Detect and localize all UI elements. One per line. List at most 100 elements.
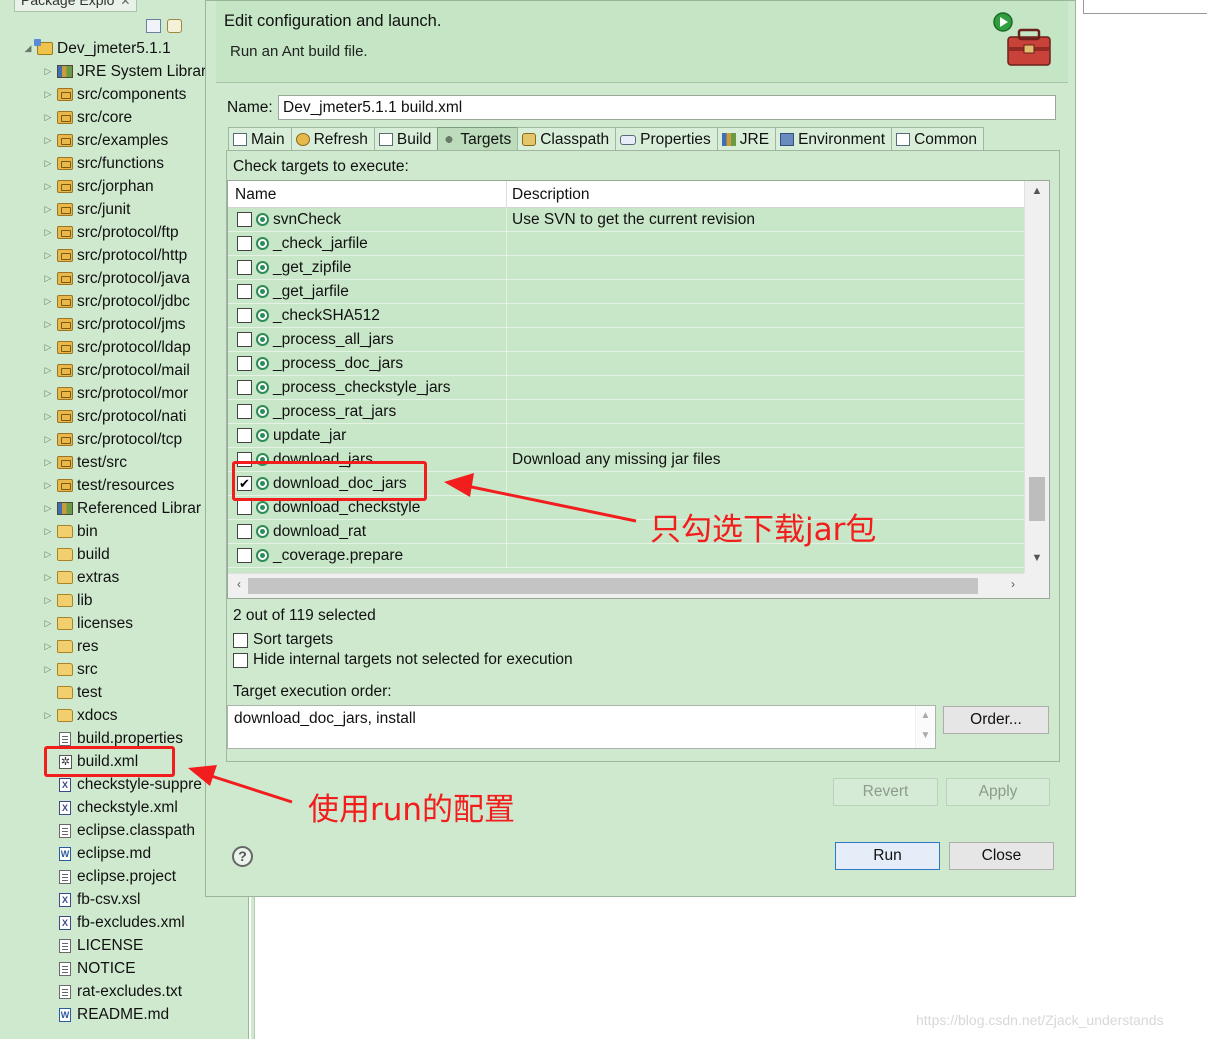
tree-item[interactable]: ▷ src/protocol/jdbc [42,290,190,313]
target-checkbox[interactable] [237,212,252,227]
scroll-left-icon[interactable]: ‹ [230,577,248,591]
target-row[interactable]: _process_rat_jars [228,400,1024,424]
tab-classpath[interactable]: Classpath [517,127,616,151]
tree-item[interactable]: ▷ src/protocol/mail [42,359,190,382]
scroll-down-icon[interactable]: ▼ [1025,552,1049,570]
tree-item[interactable]: ▷ src/jorphan [42,175,154,198]
target-checkbox[interactable] [237,500,252,515]
tree-item[interactable]: ▷ build [42,543,110,566]
target-checkbox[interactable] [237,308,252,323]
target-row[interactable]: _process_doc_jars [228,352,1024,376]
tab-build[interactable]: Build [373,127,438,151]
tree-item[interactable]: ◢ Dev_jmeter5.1.1 [22,37,171,60]
target-row[interactable]: update_jar [228,424,1024,448]
tree-item[interactable]: ▷ src/functions [42,152,164,175]
tab-properties[interactable]: Properties [615,127,717,151]
link-with-editor-icon[interactable] [167,19,182,33]
expand-toggle-icon[interactable]: ▷ [42,434,54,445]
order-button[interactable]: Order... [943,706,1049,734]
package-explorer-tab[interactable]: Package Explo ✕ [14,0,138,12]
target-checkbox[interactable] [237,380,252,395]
target-checkbox[interactable] [237,236,252,251]
column-divider[interactable] [506,181,507,208]
expand-toggle-icon[interactable]: ◢ [22,43,34,54]
horizontal-scroll-thumb[interactable] [248,578,978,594]
tree-item[interactable]: eclipse.project [42,865,176,888]
target-checkbox[interactable] [237,332,252,347]
expand-toggle-icon[interactable]: ▷ [42,572,54,583]
tree-item[interactable]: LICENSE [42,934,143,957]
expand-toggle-icon[interactable]: ▷ [42,319,54,330]
hide-internal-checkbox[interactable] [233,652,248,668]
tree-item[interactable]: ▷ res [42,635,99,658]
help-icon[interactable]: ? [232,846,253,867]
tree-item[interactable]: eclipse.classpath [42,819,195,842]
target-checkbox[interactable] [237,524,252,539]
order-field-scrollbar[interactable]: ▲ ▼ [915,706,935,748]
tree-item[interactable]: NOTICE [42,957,136,980]
tree-item[interactable]: ▷ JRE System Librar [42,60,207,83]
tree-item[interactable]: ▷ Referenced Librar [42,497,202,520]
expand-toggle-icon[interactable]: ▷ [42,480,54,491]
target-row[interactable]: _process_all_jars [228,328,1024,352]
expand-toggle-icon[interactable]: ▷ [42,618,54,629]
tree-item[interactable]: ▷ src/examples [42,129,169,152]
tree-item[interactable]: Xfb-excludes.xml [42,911,185,934]
expand-toggle-icon[interactable]: ▷ [42,181,54,192]
target-checkbox[interactable] [237,284,252,299]
target-checkbox[interactable] [237,260,252,275]
expand-toggle-icon[interactable]: ▷ [42,457,54,468]
tree-item[interactable]: ▷ src/protocol/ftp [42,221,179,244]
sash[interactable] [251,897,255,1039]
sort-targets-checkbox[interactable] [233,632,248,648]
target-row[interactable]: _get_zipfile [228,256,1024,280]
expand-toggle-icon[interactable]: ▷ [42,158,54,169]
tree-item[interactable]: ▷ src/protocol/ldap [42,336,191,359]
configuration-name-field[interactable] [278,95,1056,120]
tree-item[interactable]: ▷ src/junit [42,198,131,221]
scroll-thumb[interactable] [1029,477,1045,521]
tree-item[interactable]: ▷ src/protocol/java [42,267,190,290]
expand-toggle-icon[interactable]: ▷ [42,710,54,721]
revert-button[interactable]: Revert [833,778,938,806]
expand-toggle-icon[interactable]: ▷ [42,549,54,560]
tree-item[interactable]: ▷ xdocs [42,704,118,727]
column-header-description[interactable]: Description [512,186,590,204]
expand-toggle-icon[interactable]: ▷ [42,204,54,215]
horizontal-scrollbar[interactable]: ‹ › [228,573,1024,598]
tree-item[interactable]: ▷ src/protocol/http [42,244,188,267]
expand-toggle-icon[interactable]: ▷ [42,112,54,123]
tree-item[interactable]: test [42,681,102,704]
scroll-up-icon[interactable]: ▲ [1025,185,1049,203]
execution-order-field[interactable]: download_doc_jars, install ▲ ▼ [227,705,936,749]
target-checkbox[interactable] [237,404,252,419]
tree-item[interactable]: ▷ lib [42,589,93,612]
target-row[interactable]: _check_jarfile [228,232,1024,256]
tree-item[interactable]: Weclipse.md [42,842,151,865]
scroll-right-icon[interactable]: › [1004,577,1022,591]
tab-targets[interactable]: Targets [437,127,518,151]
tree-item[interactable]: ▷ src/protocol/tcp [42,428,183,451]
tree-item[interactable]: ▷ src/protocol/mor [42,382,189,405]
column-header-name[interactable]: Name [235,186,276,204]
tree-item[interactable]: ▷ src/protocol/jms [42,313,186,336]
run-button[interactable]: Run [835,842,940,870]
expand-toggle-icon[interactable]: ▷ [42,641,54,652]
target-row[interactable]: download_rat [228,520,1024,544]
tree-item[interactable]: Xcheckstyle.xml [42,796,178,819]
expand-toggle-icon[interactable]: ▷ [42,89,54,100]
sort-targets-option[interactable]: Sort targets [233,631,333,649]
tab-common[interactable]: Common [891,127,984,151]
tree-item[interactable]: ▷ test/resources [42,474,175,497]
apply-button[interactable]: Apply [946,778,1050,806]
tree-item[interactable]: ▷ src/protocol/nati [42,405,187,428]
tab-environment[interactable]: Environment [775,127,892,151]
target-checkbox[interactable] [237,428,252,443]
target-row[interactable]: _checkSHA512 [228,304,1024,328]
expand-toggle-icon[interactable]: ▷ [42,227,54,238]
target-row[interactable]: svnCheck Use SVN to get the current revis… [228,208,1024,232]
expand-toggle-icon[interactable]: ▷ [42,342,54,353]
tab-refresh[interactable]: Refresh [290,127,374,151]
close-button[interactable]: Close [949,842,1054,870]
target-checkbox[interactable] [237,356,252,371]
